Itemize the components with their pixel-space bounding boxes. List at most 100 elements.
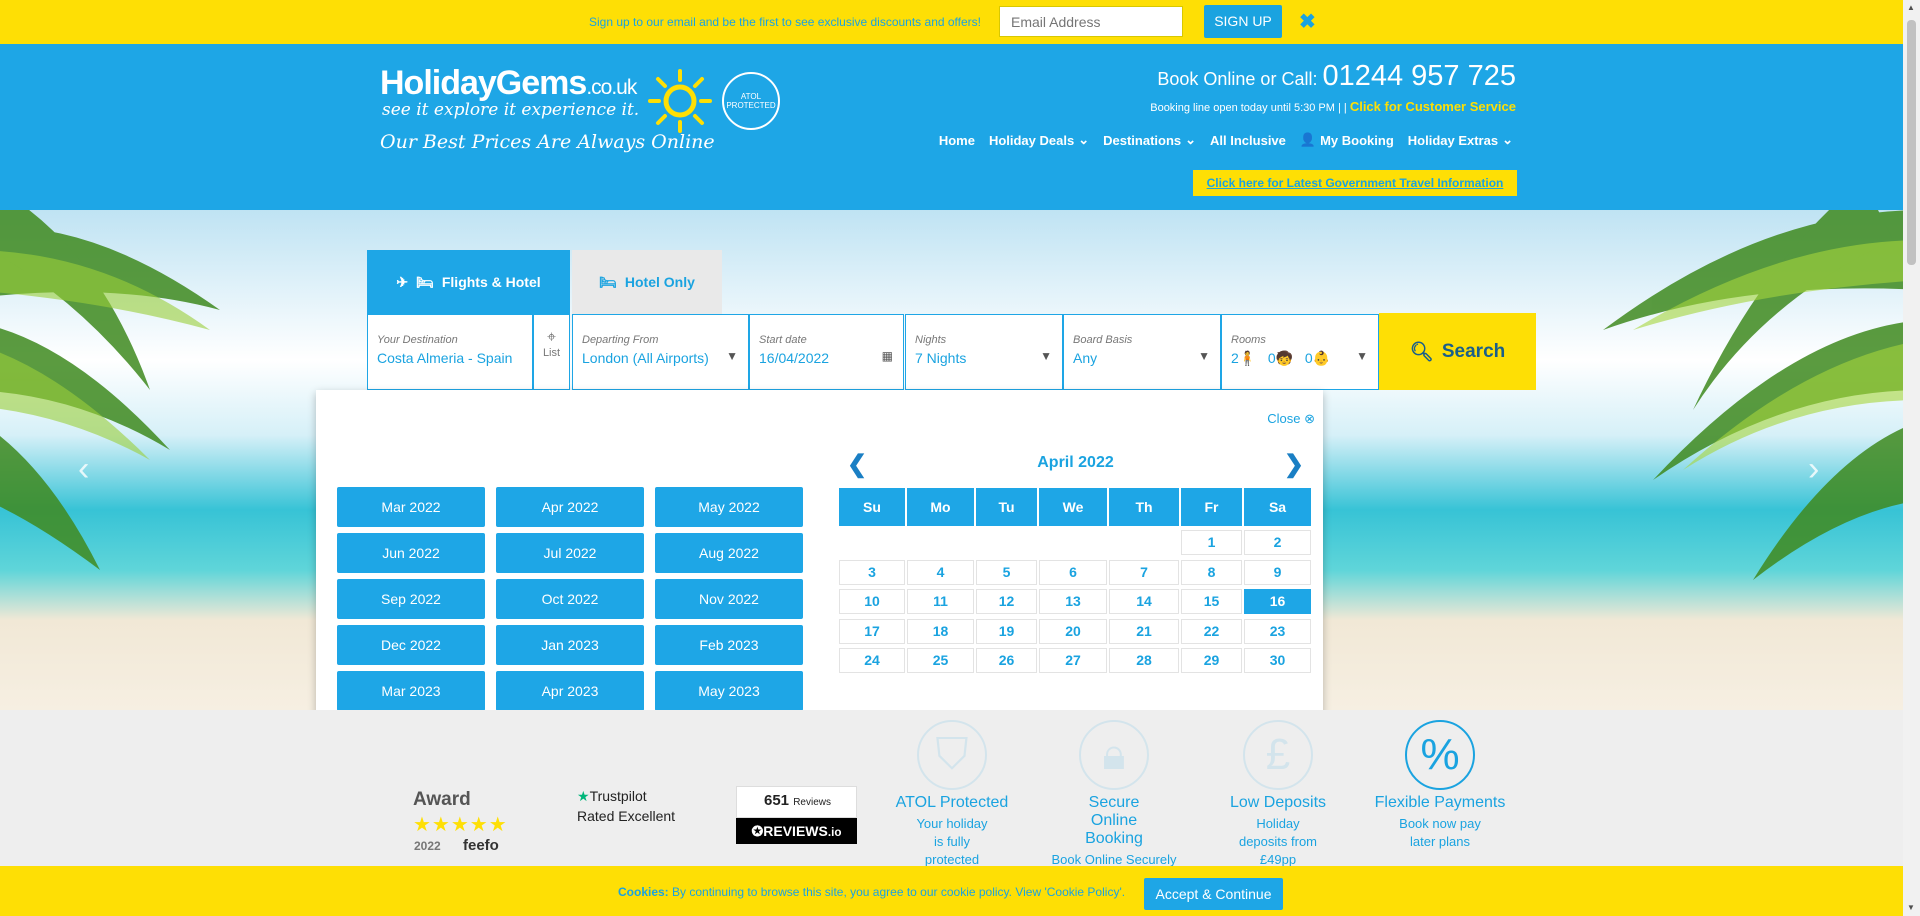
customer-service-link[interactable]: Click for Customer Service: [1350, 99, 1516, 114]
sun-icon: [648, 69, 712, 133]
accept-cookies-button[interactable]: Accept & Continue: [1144, 878, 1283, 910]
calendar-day[interactable]: 22: [1181, 618, 1242, 644]
calendar-day[interactable]: 5: [976, 559, 1037, 585]
nav-holiday-extras[interactable]: Holiday Extras ⌄: [1408, 132, 1513, 148]
calendar-day[interactable]: 25: [907, 648, 974, 673]
calendar-day[interactable]: 30: [1244, 648, 1311, 673]
departing-label: Departing From: [582, 334, 659, 346]
calendar-day[interactable]: 11: [907, 589, 974, 614]
month-button[interactable]: Jan 2023: [496, 625, 644, 665]
weekday-header: Mo: [907, 488, 974, 526]
month-button[interactable]: Jul 2022: [496, 533, 644, 573]
calendar-day[interactable]: 9: [1244, 559, 1311, 585]
shield-icon: ⛉: [917, 720, 987, 790]
next-month-icon[interactable]: ❯: [1284, 450, 1304, 479]
month-button[interactable]: Jun 2022: [337, 533, 485, 573]
reviews-brand-suffix: .io: [827, 826, 842, 839]
start-date-field[interactable]: Start date 16/04/2022 ▦: [749, 314, 904, 390]
promo-bar: Sign up to our email and be the first to…: [0, 0, 1903, 44]
phone-number[interactable]: 01244 957 725: [1322, 60, 1516, 92]
calendar-day[interactable]: 8: [1181, 559, 1242, 585]
scrollbar-thumb[interactable]: [1907, 20, 1916, 265]
calendar-day[interactable]: 12: [976, 589, 1037, 614]
month-button[interactable]: Aug 2022: [655, 533, 803, 573]
scroll-up-icon[interactable]: ▲: [1907, 3, 1915, 12]
calendar-day[interactable]: 28: [1109, 648, 1179, 673]
date-picker-close-button[interactable]: Close ⊗: [1267, 411, 1315, 427]
month-button[interactable]: Apr 2022: [496, 487, 644, 527]
calendar-day[interactable]: 18: [907, 618, 974, 644]
carousel-prev-icon[interactable]: ‹: [78, 450, 89, 489]
calendar-day[interactable]: 1: [1181, 530, 1242, 555]
weekday-header: Fr: [1181, 488, 1242, 526]
nav-holiday-extras-label: Holiday Extras: [1407, 132, 1499, 148]
departing-field[interactable]: Departing From London (All Airports) ▼: [572, 314, 749, 390]
calendar-day[interactable]: 21: [1109, 618, 1179, 644]
nav-my-booking[interactable]: 👤 My Booking: [1300, 132, 1394, 148]
month-button[interactable]: Nov 2022: [655, 579, 803, 619]
calendar-day[interactable]: 20: [1039, 618, 1107, 644]
calendar-day[interactable]: 10: [839, 589, 905, 614]
calendar-day[interactable]: 23: [1244, 618, 1311, 644]
destination-label: Your Destination: [377, 334, 458, 346]
calendar-day[interactable]: 2: [1244, 530, 1311, 555]
nav-all-inclusive[interactable]: All Inclusive: [1210, 132, 1286, 148]
cookie-text[interactable]: By continuing to browse this site, you a…: [672, 885, 1125, 899]
calendar-day[interactable]: 14: [1109, 589, 1179, 614]
month-button[interactable]: Mar 2022: [337, 487, 485, 527]
calendar-day[interactable]: 24: [839, 648, 905, 673]
calendar-day[interactable]: 4: [907, 559, 974, 585]
trustpilot-logo[interactable]: ★Trustpilot: [577, 788, 647, 805]
month-button[interactable]: Feb 2023: [655, 625, 803, 665]
scroll-down-icon[interactable]: ▼: [1907, 903, 1915, 912]
calendar-day[interactable]: 3: [839, 559, 905, 585]
nav-destinations[interactable]: Destinations ⌄: [1103, 132, 1196, 148]
calendar-day[interactable]: 19: [976, 618, 1037, 644]
award-year: 2022: [414, 839, 441, 853]
calendar-day[interactable]: 17: [839, 618, 905, 644]
calendar-day[interactable]: 26: [976, 648, 1037, 673]
search-button[interactable]: 🔍︎ Search: [1379, 313, 1536, 390]
feature-subtitle: Holiday deposits from £49pp: [1238, 816, 1318, 867]
calendar-day[interactable]: 6: [1039, 559, 1107, 585]
tab-hotel-only[interactable]: 🛏 Hotel Only: [572, 250, 722, 314]
rooms-field[interactable]: Rooms 2🧍 0🧒 0👶 ▼: [1221, 314, 1379, 390]
tab-flights-hotel[interactable]: ✈ 🛏 Flights & Hotel: [367, 250, 570, 314]
signup-button[interactable]: SIGN UP: [1204, 5, 1282, 38]
destination-list-button[interactable]: ⌖ List: [533, 314, 570, 390]
board-basis-field[interactable]: Board Basis Any ▼: [1063, 314, 1221, 390]
calendar-day[interactable]: 7: [1109, 559, 1179, 585]
reviews-count[interactable]: 651 Reviews: [736, 786, 857, 818]
month-button[interactable]: Mar 2023: [337, 671, 485, 711]
calendar-day[interactable]: 27: [1039, 648, 1107, 673]
page-scrollbar[interactable]: ▲ ▼: [1903, 0, 1920, 916]
close-icon[interactable]: ✖: [1299, 9, 1316, 34]
month-button[interactable]: Oct 2022: [496, 579, 644, 619]
carousel-next-icon[interactable]: ›: [1808, 450, 1819, 489]
bed-icon: 🛏: [599, 273, 617, 290]
adults-count: 2: [1231, 350, 1239, 366]
calendar-day[interactable]: 29: [1181, 648, 1242, 673]
chevron-down-icon: ▼: [726, 349, 738, 363]
calendar-day[interactable]: 16: [1244, 589, 1311, 614]
calendar-day[interactable]: 15: [1181, 589, 1242, 614]
destination-field[interactable]: Your Destination Costa Almeria - Spain: [367, 314, 533, 390]
feature-subtitle: Book now pay later plans: [1399, 816, 1481, 849]
month-button[interactable]: Apr 2023: [496, 671, 644, 711]
reviews-io-logo[interactable]: ✪REVIEWS.io: [736, 818, 857, 844]
nav-holiday-deals-label: Holiday Deals: [988, 132, 1075, 148]
month-button[interactable]: Dec 2022: [337, 625, 485, 665]
month-button[interactable]: May 2023: [655, 671, 803, 711]
main-nav: Home Holiday Deals ⌄ Destinations ⌄ All In…: [939, 132, 1513, 148]
tab-flights-hotel-label: Flights & Hotel: [441, 274, 541, 290]
calendar-day[interactable]: 13: [1039, 589, 1107, 614]
gov-travel-info-link[interactable]: Click here for Latest Government Travel …: [1193, 170, 1517, 196]
nights-field[interactable]: Nights 7 Nights ▼: [905, 314, 1063, 390]
nav-holiday-deals[interactable]: Holiday Deals ⌄: [989, 132, 1089, 148]
month-button[interactable]: Sep 2022: [337, 579, 485, 619]
month-button[interactable]: May 2022: [655, 487, 803, 527]
logo[interactable]: HolidayGems.co.uk: [380, 64, 637, 103]
email-input[interactable]: [999, 6, 1183, 37]
nav-home[interactable]: Home: [939, 132, 975, 148]
weekday-header: Tu: [976, 488, 1037, 526]
